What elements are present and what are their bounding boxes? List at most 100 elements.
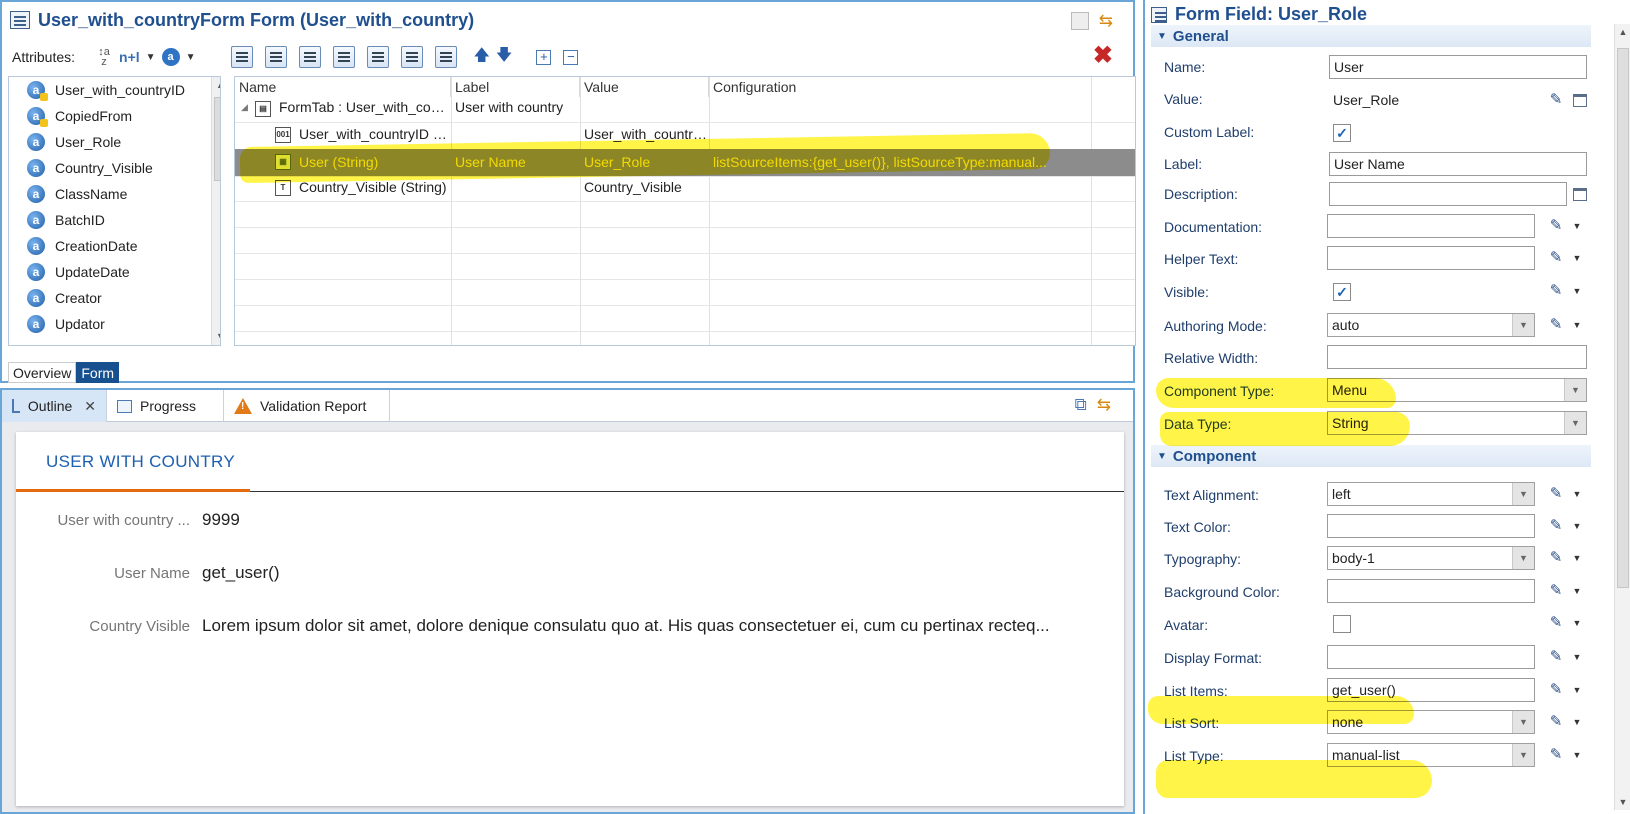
sort-icon[interactable]: ↕a z	[95, 47, 113, 68]
edit-icon[interactable]: ✎	[1547, 582, 1565, 600]
chevron-down-icon[interactable]: ▼	[1564, 412, 1586, 434]
label-field[interactable]: User Name	[1329, 152, 1587, 176]
scroll-thumb[interactable]	[214, 97, 220, 181]
visible-checkbox[interactable]: ✓	[1333, 283, 1351, 301]
chevron-down-icon[interactable]: ▼	[1512, 483, 1534, 505]
edit-icon[interactable]: ✎	[1547, 282, 1565, 300]
list-item[interactable]: a User_with_countryID	[27, 77, 185, 103]
section-general[interactable]: ▼ General	[1151, 25, 1591, 47]
edit-icon[interactable]: ✎	[1547, 713, 1565, 731]
list-item[interactable]: a Country_Visible	[27, 155, 153, 181]
expand-all-icon[interactable]: +	[536, 49, 552, 65]
edit-icon[interactable]: ✎	[1547, 517, 1565, 535]
add-image-icon[interactable]	[333, 46, 356, 68]
chevron-down-icon[interactable]: ▼	[1571, 614, 1583, 632]
edit-icon[interactable]: ✎	[1547, 648, 1565, 666]
close-icon[interactable]: ✕	[84, 398, 96, 415]
list-item[interactable]: a CopiedFrom	[27, 103, 132, 129]
attribute-filter-icon[interactable]: a	[161, 48, 180, 66]
calendar-icon[interactable]	[1573, 94, 1587, 107]
typography-select[interactable]: body-1 ▼	[1327, 546, 1535, 570]
list-item[interactable]: a User_Role	[27, 129, 121, 155]
tree-expand-icon[interactable]: ◢	[241, 102, 248, 113]
attribute-list-scrollbar[interactable]: ▲ ▼	[211, 77, 220, 345]
data-type-select[interactable]: String ▼	[1327, 411, 1587, 435]
add-text-icon[interactable]	[299, 46, 322, 68]
table-row-selected[interactable]: ▦ User (String) User Name User_Role list…	[235, 149, 1135, 176]
name-field[interactable]: User	[1329, 55, 1587, 79]
add-table-icon[interactable]	[367, 46, 390, 68]
column-header-value[interactable]: Value	[580, 77, 709, 97]
text-color-field[interactable]	[1327, 514, 1535, 538]
preview-tab-title[interactable]: USER WITH COUNTRY	[46, 452, 235, 472]
column-header-configuration[interactable]: Configuration	[709, 77, 1135, 97]
documentation-field[interactable]	[1327, 214, 1535, 238]
scroll-down-icon[interactable]: ▼	[1615, 794, 1630, 810]
chevron-down-icon[interactable]: ▼	[1571, 282, 1583, 300]
tab-validation-report[interactable]: Validation Report	[224, 390, 390, 422]
chevron-down-icon[interactable]: ▼	[1512, 711, 1534, 733]
tab-progress[interactable]: Progress	[107, 390, 224, 422]
collapse-all-icon[interactable]: −	[563, 49, 579, 65]
list-sort-select[interactable]: none ▼	[1327, 710, 1535, 734]
chevron-down-icon[interactable]: ▼	[1571, 582, 1583, 600]
tab-overview[interactable]: Overview	[8, 362, 77, 383]
chevron-down-icon[interactable]: ▼	[1571, 517, 1583, 535]
add-widget-icon[interactable]	[435, 46, 458, 68]
chevron-down-icon[interactable]: ▼	[186, 52, 196, 63]
edit-icon[interactable]: ✎	[1547, 316, 1565, 334]
section-component[interactable]: ▼ Component	[1151, 445, 1591, 467]
chevron-down-icon[interactable]: ▼	[1571, 713, 1583, 731]
edit-icon[interactable]: ✎	[1547, 746, 1565, 764]
move-up-icon[interactable]: 🡅	[473, 44, 489, 71]
add-group-icon[interactable]	[265, 46, 288, 68]
chevron-down-icon[interactable]: ▼	[1571, 485, 1583, 503]
chevron-down-icon[interactable]: ▼	[1564, 379, 1586, 401]
properties-scrollbar[interactable]: ▲ ▼	[1614, 24, 1630, 810]
save-icon[interactable]	[1070, 12, 1089, 30]
relative-width-field[interactable]	[1327, 345, 1587, 369]
chevron-down-icon[interactable]: ▼	[1571, 249, 1583, 267]
chevron-down-icon[interactable]: ▼	[1512, 314, 1534, 336]
chevron-down-icon[interactable]: ▼	[146, 52, 156, 63]
link-editor-icon[interactable]: ⧉	[1075, 396, 1087, 414]
calendar-icon[interactable]	[1573, 188, 1587, 201]
scroll-down-icon[interactable]: ▼	[212, 328, 220, 345]
sync-icon[interactable]: ⇆	[1099, 12, 1113, 30]
list-item[interactable]: a Updator	[27, 311, 105, 337]
edit-icon[interactable]: ✎	[1547, 485, 1565, 503]
component-type-select[interactable]: Menu ▼	[1327, 378, 1587, 402]
add-field-icon[interactable]	[231, 46, 254, 68]
tab-outline[interactable]: Outline ✕	[2, 390, 107, 422]
scroll-up-icon[interactable]: ▲	[212, 77, 220, 94]
edit-icon[interactable]: ✎	[1547, 614, 1565, 632]
tab-form[interactable]: Form	[76, 362, 120, 383]
naming-toggle-button[interactable]: n+l	[119, 49, 140, 65]
add-chart-icon[interactable]	[401, 46, 424, 68]
list-item[interactable]: a CreationDate	[27, 233, 138, 259]
chevron-down-icon[interactable]: ▼	[1571, 217, 1583, 235]
description-field[interactable]	[1329, 182, 1567, 206]
text-alignment-select[interactable]: left ▼	[1327, 482, 1535, 506]
list-item[interactable]: a ClassName	[27, 181, 127, 207]
move-down-icon[interactable]: 🡇	[496, 44, 512, 71]
helper-text-field[interactable]	[1327, 246, 1535, 270]
list-type-select[interactable]: manual-list ▼	[1327, 743, 1535, 767]
delete-icon[interactable]: ✖	[1093, 44, 1113, 68]
authoring-mode-select[interactable]: auto ▼	[1327, 313, 1535, 337]
chevron-down-icon[interactable]: ▼	[1512, 744, 1534, 766]
display-format-field[interactable]	[1327, 645, 1535, 669]
chevron-down-icon[interactable]: ▼	[1571, 316, 1583, 334]
custom-label-checkbox[interactable]: ✓	[1333, 124, 1351, 142]
edit-icon[interactable]: ✎	[1547, 217, 1565, 235]
edit-icon[interactable]: ✎	[1547, 249, 1565, 267]
background-color-field[interactable]	[1327, 579, 1535, 603]
list-item[interactable]: a Creator	[27, 285, 102, 311]
edit-icon[interactable]: ✎	[1547, 91, 1565, 109]
chevron-down-icon[interactable]: ▼	[1571, 549, 1583, 567]
chevron-down-icon[interactable]: ▼	[1571, 648, 1583, 666]
list-items-field[interactable]: get_user()	[1327, 678, 1535, 702]
chevron-down-icon[interactable]: ▼	[1571, 746, 1583, 764]
scroll-up-icon[interactable]: ▲	[1615, 24, 1630, 40]
chevron-down-icon[interactable]: ▼	[1571, 681, 1583, 699]
